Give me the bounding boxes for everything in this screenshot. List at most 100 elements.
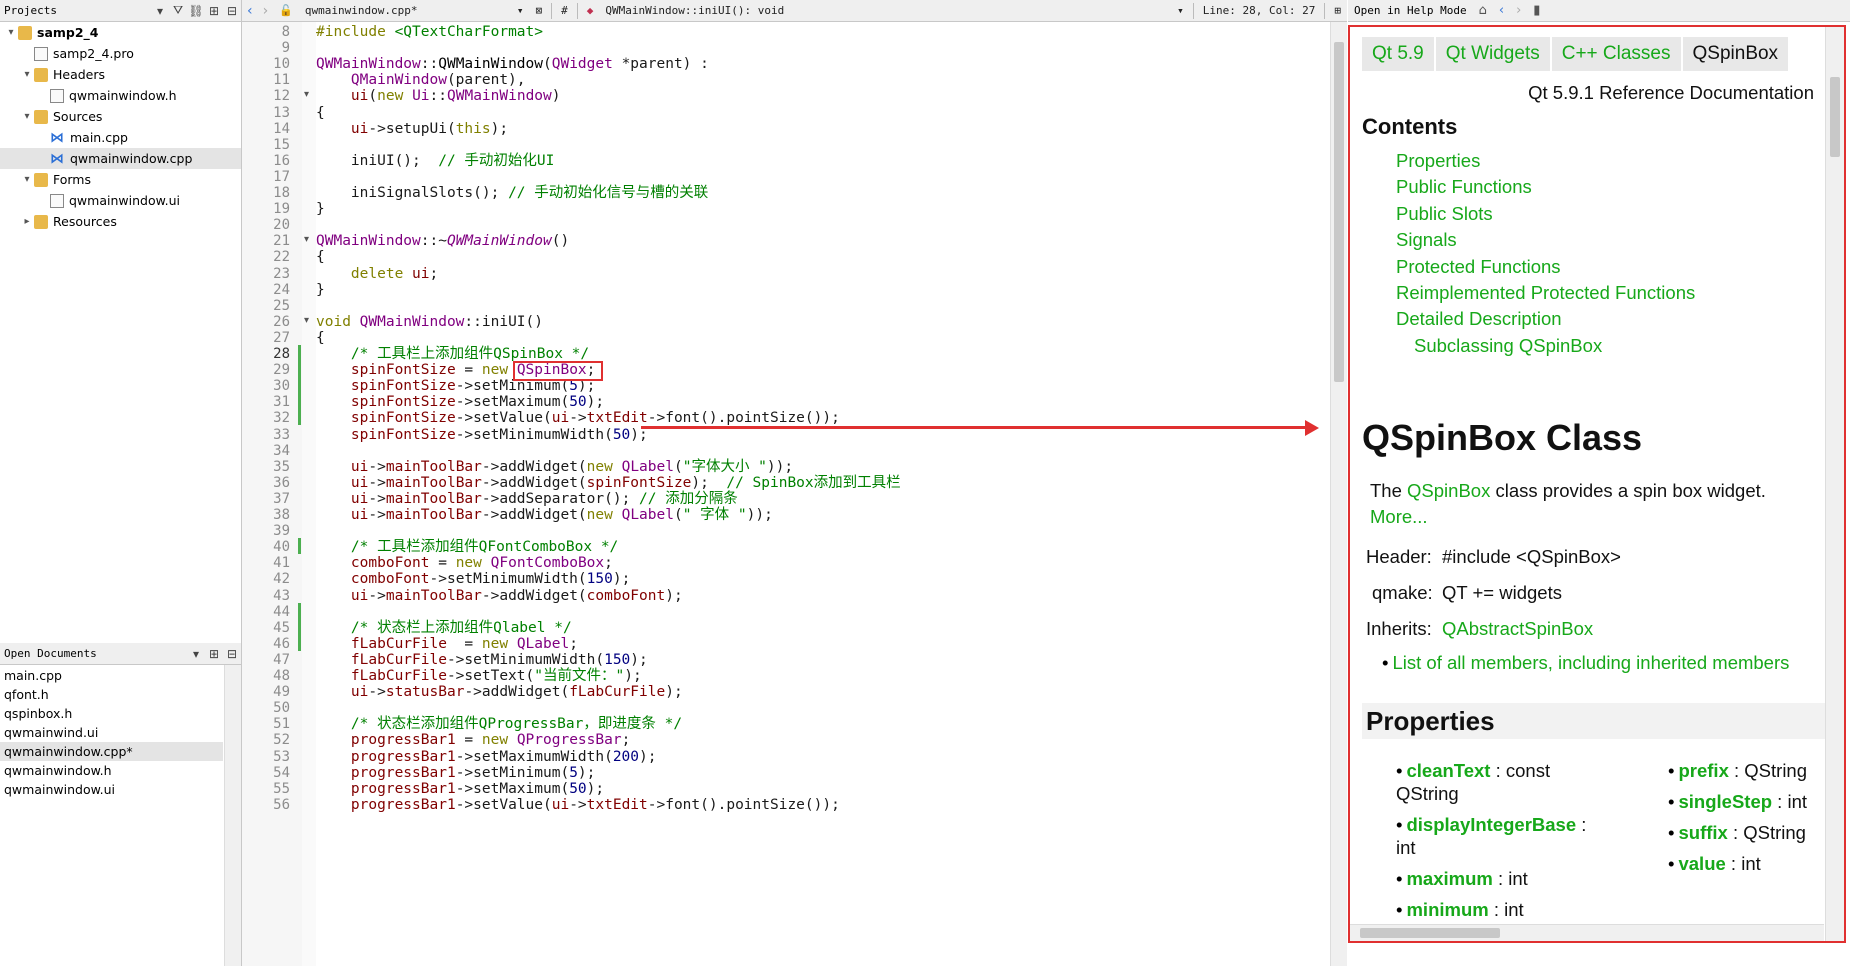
open-document-item[interactable]: main.cpp — [0, 666, 223, 685]
toc-link[interactable]: Detailed Description — [1396, 308, 1562, 330]
function-dropdown-icon[interactable]: ▾ — [1171, 4, 1190, 17]
code-line[interactable]: spinFontSize->setMinimumWidth(50); — [316, 426, 648, 445]
code-line[interactable]: progressBar1->setValue(ui->txtEdit->font… — [316, 796, 840, 815]
code-area[interactable]: #include <QTextCharFormat>QWMainWindow::… — [316, 22, 1329, 966]
code-token: ::iniUI() — [464, 313, 543, 330]
split-editor-icon[interactable]: ⊞ — [1328, 4, 1347, 17]
intro-class-link[interactable]: QSpinBox — [1407, 480, 1490, 501]
scrollbar-thumb[interactable] — [1360, 928, 1500, 938]
property-link[interactable]: prefix — [1678, 760, 1728, 781]
toc-link[interactable]: Public Slots — [1396, 203, 1493, 225]
code-line[interactable]: ui->mainToolBar->addWidget(new QLabel(" … — [316, 506, 773, 525]
symbol-hash[interactable]: # — [555, 4, 574, 17]
chevron-down-icon[interactable]: ▾ — [20, 111, 34, 122]
tree-item[interactable]: ▾ Sources — [0, 106, 241, 127]
forward-icon[interactable]: › — [258, 3, 274, 19]
file-tab-selector[interactable]: qwmainwindow.cpp* — [299, 4, 511, 17]
open-document-item[interactable]: qwmainwindow.h — [0, 761, 223, 780]
toc-link[interactable]: Public Functions — [1396, 176, 1532, 198]
fold-toggle-icon[interactable]: ▾ — [304, 315, 309, 326]
tree-item[interactable]: ▾ Forms — [0, 169, 241, 190]
fold-toggle-icon[interactable]: ▾ — [304, 89, 309, 100]
home-icon[interactable]: ⌂ — [1473, 3, 1493, 18]
close-pane-icon[interactable]: ⊟ — [223, 4, 241, 18]
code-line[interactable]: ui->mainToolBar->addWidget(comboFont); — [316, 587, 683, 606]
code-line[interactable]: iniSignalSlots(); // 手动初始化信号与槽的关联 — [316, 184, 708, 203]
code-line[interactable]: #include <QTextCharFormat> — [316, 23, 543, 42]
toc-link[interactable]: Signals — [1396, 229, 1457, 251]
crumb-qt-widgets[interactable]: Qt Widgets — [1435, 37, 1550, 71]
property-link[interactable]: suffix — [1678, 822, 1727, 843]
back-icon[interactable]: ‹ — [242, 3, 258, 19]
split-icon[interactable]: ⊞ — [205, 647, 223, 661]
code-line[interactable]: QWMainWindow::~QWMainWindow() — [316, 232, 569, 251]
link-icon[interactable]: ⛓ — [187, 4, 205, 18]
close-document-icon[interactable]: ⊠ — [530, 4, 549, 17]
code-line[interactable]: } — [316, 281, 325, 300]
property-link[interactable]: cleanText — [1406, 760, 1490, 781]
tree-item[interactable]: ▾ samp2_4 — [0, 22, 241, 43]
code-editor[interactable]: 8 9 10 11 12 13 14 15 16 17 18 19 20 21 22 23 24 25 26 27 28… — [242, 22, 1347, 966]
tree-item[interactable]: qwmainwindow.ui — [0, 190, 241, 211]
tree-item[interactable]: ▾ Headers — [0, 64, 241, 85]
fold-margin[interactable]: ▾ ▾ ▾ — [302, 22, 316, 966]
bookmark-icon[interactable]: ▮ — [1527, 3, 1546, 18]
inherits-link[interactable]: QAbstractSpinBox — [1442, 618, 1593, 640]
fold-toggle-icon[interactable]: ▾ — [304, 234, 309, 245]
bullet: • — [1668, 822, 1675, 843]
chevron-right-icon[interactable]: ▸ — [20, 216, 34, 227]
forward-icon[interactable]: › — [1510, 3, 1527, 18]
split-icon[interactable]: ⊞ — [205, 4, 223, 18]
help-mode-button[interactable]: Open in Help Mode — [1348, 4, 1473, 17]
toc-link[interactable]: Subclassing QSpinBox — [1414, 335, 1602, 357]
property-link[interactable]: singleStep — [1678, 791, 1772, 812]
property-link[interactable]: maximum — [1406, 868, 1492, 889]
toc-link[interactable]: Properties — [1396, 150, 1480, 172]
crumb-cpp-classes[interactable]: C++ Classes — [1551, 37, 1681, 71]
chevron-down-icon[interactable]: ▾ — [20, 69, 34, 80]
filter-icon[interactable]: ⛛ — [169, 3, 187, 18]
close-pane-icon[interactable]: ⊟ — [223, 647, 241, 661]
function-selector[interactable]: QWMainWindow::iniUI(): void — [599, 4, 1171, 17]
editor-scrollbar[interactable] — [1330, 22, 1347, 966]
help-horizontal-scrollbar[interactable] — [1350, 924, 1824, 941]
code-line[interactable]: ui->setupUi(this); — [316, 120, 508, 139]
file-tab-dropdown-icon[interactable]: ▾ — [511, 4, 530, 17]
chevron-down-icon[interactable]: ▾ — [20, 174, 34, 185]
tree-item[interactable]: samp2_4.pro — [0, 43, 241, 64]
cursor-position[interactable]: Line: 28, Col: 27 — [1197, 4, 1322, 17]
tree-item[interactable]: ⋈ main.cpp — [0, 127, 241, 148]
code-line[interactable]: } — [316, 200, 325, 219]
open-documents-scrollbar[interactable] — [224, 665, 241, 966]
toc-link[interactable]: Protected Functions — [1396, 256, 1561, 278]
open-document-item[interactable]: qspinbox.h — [0, 704, 223, 723]
pane-dropdown-icon[interactable]: ▾ — [187, 647, 205, 661]
back-icon[interactable]: ‹ — [1493, 3, 1510, 18]
pane-dropdown-icon[interactable]: ▾ — [151, 4, 169, 18]
tree-item[interactable]: ▸ Resources — [0, 211, 241, 232]
property-link[interactable]: value — [1678, 853, 1725, 874]
property-link[interactable]: displayIntegerBase — [1406, 814, 1576, 835]
open-document-item[interactable]: qwmainwindow.ui — [0, 780, 223, 799]
open-document-item[interactable]: qfont.h — [0, 685, 223, 704]
open-document-item[interactable]: qwmainwind.ui — [0, 723, 223, 742]
help-vertical-scrollbar[interactable] — [1825, 27, 1844, 941]
property-link[interactable]: minimum — [1406, 899, 1488, 920]
toc-link[interactable]: Reimplemented Protected Functions — [1396, 282, 1695, 304]
more-link[interactable]: More... — [1370, 506, 1428, 528]
code-line[interactable]: void QWMainWindow::iniUI() — [316, 313, 543, 332]
tree-item[interactable]: ⋈ qwmainwindow.cpp — [0, 148, 241, 169]
code-line[interactable]: iniUI(); // 手动初始化UI — [316, 152, 554, 171]
tree-item[interactable]: qwmainwindow.h — [0, 85, 241, 106]
crumb-qt[interactable]: Qt 5.9 — [1362, 37, 1434, 71]
chevron-down-icon[interactable]: ▾ — [4, 27, 18, 38]
code-line[interactable]: ui->statusBar->addWidget(fLabCurFile); — [316, 683, 683, 702]
code-token: ui — [350, 88, 369, 105]
code-line[interactable]: delete ui; — [316, 265, 438, 284]
code-line[interactable]: ui(new Ui::QWMainWindow) — [316, 87, 561, 106]
all-members-link[interactable]: List of all members, including inherited… — [1392, 652, 1789, 673]
open-document-item[interactable]: qwmainwindow.cpp* — [0, 742, 223, 761]
scrollbar-thumb[interactable] — [1830, 77, 1840, 157]
scrollbar-thumb[interactable] — [1334, 42, 1344, 382]
